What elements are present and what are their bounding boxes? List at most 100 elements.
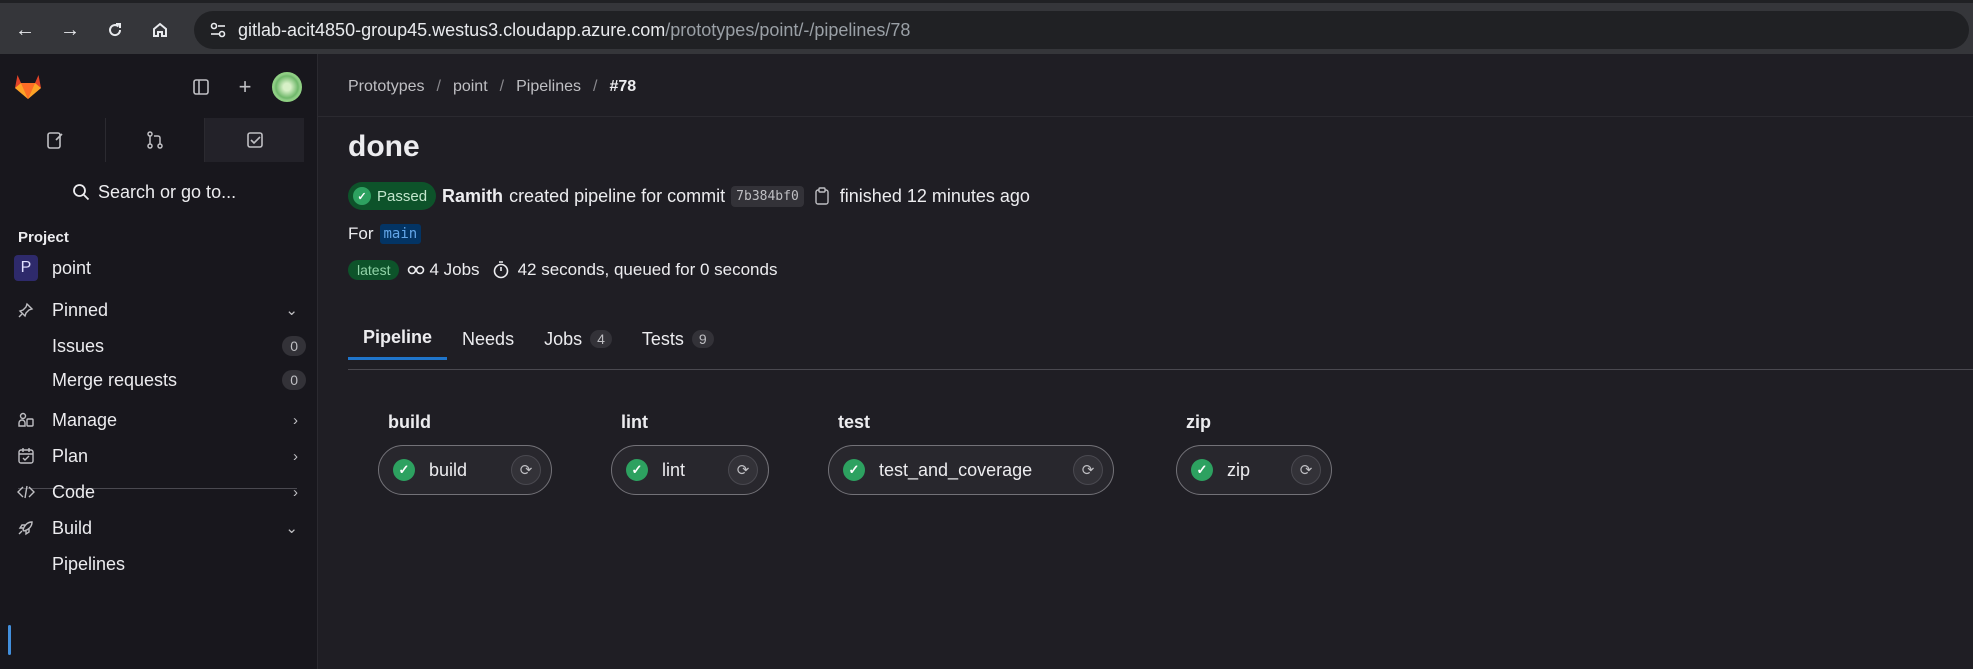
site-info-icon[interactable] (198, 11, 238, 49)
finished-text: finished 12 minutes ago (839, 185, 1030, 206)
job-name: zip (1227, 459, 1251, 480)
tests-tab-count: 9 (691, 330, 714, 348)
quick-actions (6, 118, 305, 162)
stage-test: test ✓ test_and_coverage ⟳ (828, 412, 1114, 495)
job-build[interactable]: ✓ build ⟳ (378, 445, 552, 495)
sidebar-item-issues[interactable]: Issues 0 (14, 328, 306, 364)
todo-icon[interactable] (205, 118, 305, 162)
merge-requests-count-badge: 0 (282, 370, 306, 390)
tabs-divider (348, 369, 1973, 370)
jobs-icon (407, 263, 425, 277)
page-title: done (348, 130, 420, 163)
rocket-icon (14, 516, 38, 540)
address-bar[interactable]: gitlab-acit4850-group45.westus3.cloudapp… (194, 11, 1969, 49)
retry-icon[interactable]: ⟳ (728, 455, 758, 485)
browser-toolbar: ← → gitlab-acit4850-group45.westus3.clou… (0, 0, 1973, 54)
check-circle-icon: ✓ (1191, 459, 1213, 481)
search-icon (73, 184, 90, 201)
stage-title: test (838, 412, 871, 432)
tab-needs[interactable]: Needs (447, 318, 529, 360)
chevron-down-icon: ⌄ (285, 302, 298, 319)
tab-tests[interactable]: Tests 9 (627, 318, 729, 360)
job-test-and-coverage[interactable]: ✓ test_and_coverage ⟳ (828, 445, 1114, 495)
check-circle-icon: ✓ (353, 187, 371, 205)
breadcrumb-prototypes[interactable]: Prototypes (348, 78, 424, 96)
chevron-right-icon: › (293, 483, 298, 501)
jobs-count-text: 4 Jobs (429, 260, 480, 279)
branch-line: For main (348, 224, 422, 244)
breadcrumb-current[interactable]: #78 (609, 78, 636, 96)
sidebar-item-label: Code (52, 481, 96, 502)
pipeline-status-line: ✓ Passed Ramith created pipeline for com… (348, 182, 1030, 210)
breadcrumb-pipelines[interactable]: Pipelines (516, 78, 581, 96)
sidebar-item-label: Pipelines (52, 553, 126, 574)
check-circle-icon: ✓ (393, 459, 415, 481)
copy-icon[interactable] (814, 187, 830, 205)
sidebar-item-merge-requests[interactable]: Merge requests 0 (14, 362, 306, 398)
gitlab-logo-icon[interactable] (12, 70, 44, 102)
stage-title: build (388, 412, 431, 432)
job-zip[interactable]: ✓ zip ⟳ (1176, 445, 1332, 495)
sidebar-item-label: Plan (52, 445, 89, 466)
retry-icon[interactable]: ⟳ (1073, 455, 1103, 485)
sidebar-item-label: Issues (52, 335, 105, 356)
code-icon (14, 480, 38, 504)
forward-icon[interactable]: → (55, 15, 85, 45)
user-avatar[interactable] (272, 72, 302, 102)
stage-title: zip (1186, 412, 1211, 432)
breadcrumb-point[interactable]: point (453, 78, 488, 96)
issues-count-badge: 0 (282, 336, 306, 356)
job-name: lint (662, 459, 686, 480)
chevron-down-icon: ⌄ (285, 520, 298, 537)
sidebar-item-label: Manage (52, 409, 118, 430)
issues-icon[interactable] (6, 118, 106, 162)
sidebar: + Search or go to... Project P point Pin… (0, 54, 318, 669)
header-divider (318, 116, 1973, 117)
sidebar-item-pinned[interactable]: Pinned ⌄ (14, 292, 306, 328)
tab-pipeline[interactable]: Pipeline (348, 318, 448, 360)
reload-icon[interactable] (100, 15, 130, 45)
main-content: Prototypes / point / Pipelines / #78 don… (318, 54, 1973, 669)
check-circle-icon: ✓ (843, 459, 865, 481)
sidebar-item-manage[interactable]: Manage › (14, 402, 306, 438)
manage-icon (14, 408, 38, 432)
author-link[interactable]: Ramith (442, 186, 503, 207)
for-label: For (348, 224, 374, 243)
stage-title: lint (621, 412, 648, 432)
tab-jobs[interactable]: Jobs 4 (529, 318, 627, 360)
status-badge[interactable]: ✓ Passed (348, 182, 437, 210)
latest-badge: latest (348, 260, 400, 280)
stage-lint: lint ✓ lint ⟳ (611, 412, 769, 495)
create-new-icon[interactable]: + (230, 72, 260, 102)
pipeline-tabs: Pipeline Needs Jobs 4 Tests 9 (348, 318, 729, 360)
sidebar-item-pipelines[interactable]: Pipelines (14, 546, 306, 582)
timer-icon (492, 261, 510, 279)
sidebar-item-plan[interactable]: Plan › (14, 438, 306, 474)
sidebar-item-project[interactable]: P point (14, 250, 306, 286)
job-lint[interactable]: ✓ lint ⟳ (611, 445, 769, 495)
sidebar-item-label: point (52, 257, 92, 278)
commit-sha-link[interactable]: 7b384bf0 (731, 185, 804, 207)
sidebar-item-label: Pinned (52, 299, 109, 320)
jobs-tab-count: 4 (590, 330, 612, 348)
breadcrumb: Prototypes / point / Pipelines / #78 (348, 78, 637, 96)
job-name: test_and_coverage (879, 459, 1033, 480)
home-icon[interactable] (145, 15, 175, 45)
url-text: gitlab-acit4850-group45.westus3.cloudapp… (238, 19, 911, 40)
created-text: created pipeline for commit (509, 185, 726, 206)
check-circle-icon: ✓ (626, 459, 648, 481)
sidebar-toggle-icon[interactable] (186, 72, 216, 102)
sidebar-item-build[interactable]: Build ⌄ (14, 510, 306, 546)
merge-requests-icon[interactable] (106, 118, 206, 162)
project-avatar: P (14, 255, 38, 281)
branch-link[interactable]: main (379, 224, 422, 244)
sidebar-item-label: Build (52, 517, 93, 538)
active-indicator (8, 625, 11, 655)
search-button[interactable]: Search or go to... (72, 174, 236, 210)
retry-icon[interactable]: ⟳ (1291, 455, 1321, 485)
duration-text: 42 seconds, queued for 0 seconds (517, 260, 778, 279)
back-icon[interactable]: ← (10, 15, 40, 45)
retry-icon[interactable]: ⟳ (511, 455, 541, 485)
stage-zip: zip ✓ zip ⟳ (1176, 412, 1332, 495)
sidebar-item-code[interactable]: Code › (14, 474, 306, 510)
